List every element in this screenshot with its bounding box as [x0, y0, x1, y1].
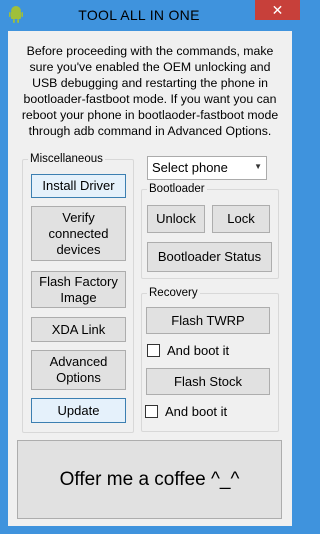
android-icon	[9, 6, 23, 23]
boot-twrp-label: And boot it	[167, 343, 230, 358]
instructions-text: Before proceeding with the commands, mak…	[21, 44, 279, 138]
update-button[interactable]: Update	[31, 398, 126, 423]
xda-link-button[interactable]: XDA Link	[31, 317, 126, 342]
verify-devices-button[interactable]: Verify connected devices	[31, 206, 126, 261]
offer-coffee-button[interactable]: Offer me a coffee ^_^	[17, 440, 282, 519]
miscellaneous-label: Miscellaneous	[28, 152, 105, 166]
window-title: TOOL ALL IN ONE	[78, 7, 200, 23]
close-button[interactable]: ✕	[255, 0, 300, 20]
title-bar[interactable]: TOOL ALL IN ONE ✕	[0, 0, 300, 31]
lock-button[interactable]: Lock	[212, 205, 270, 233]
advanced-options-button[interactable]: Advanced Options	[31, 350, 126, 390]
boot-stock-checkbox[interactable]: And boot it	[145, 404, 227, 419]
install-driver-button[interactable]: Install Driver	[31, 174, 126, 198]
main-panel: Before proceeding with the commands, mak…	[8, 31, 292, 526]
bootloader-status-button[interactable]: Bootloader Status	[147, 242, 272, 272]
flash-stock-button[interactable]: Flash Stock	[146, 368, 270, 395]
flash-twrp-button[interactable]: Flash TWRP	[146, 307, 270, 334]
close-icon: ✕	[271, 2, 284, 18]
recovery-label: Recovery	[147, 286, 200, 300]
boot-twrp-checkbox[interactable]: And boot it	[147, 343, 229, 358]
checkbox-box[interactable]	[147, 344, 160, 357]
phone-select[interactable]: Select phone ▼	[147, 156, 267, 180]
checkbox-box[interactable]	[145, 405, 158, 418]
flash-factory-image-button[interactable]: Flash Factory Image	[31, 271, 126, 308]
phone-select-value: Select phone	[152, 160, 228, 175]
bootloader-label: Bootloader	[147, 182, 207, 196]
unlock-button[interactable]: Unlock	[147, 205, 205, 233]
boot-stock-label: And boot it	[165, 404, 228, 419]
chevron-down-icon: ▼	[254, 162, 262, 171]
